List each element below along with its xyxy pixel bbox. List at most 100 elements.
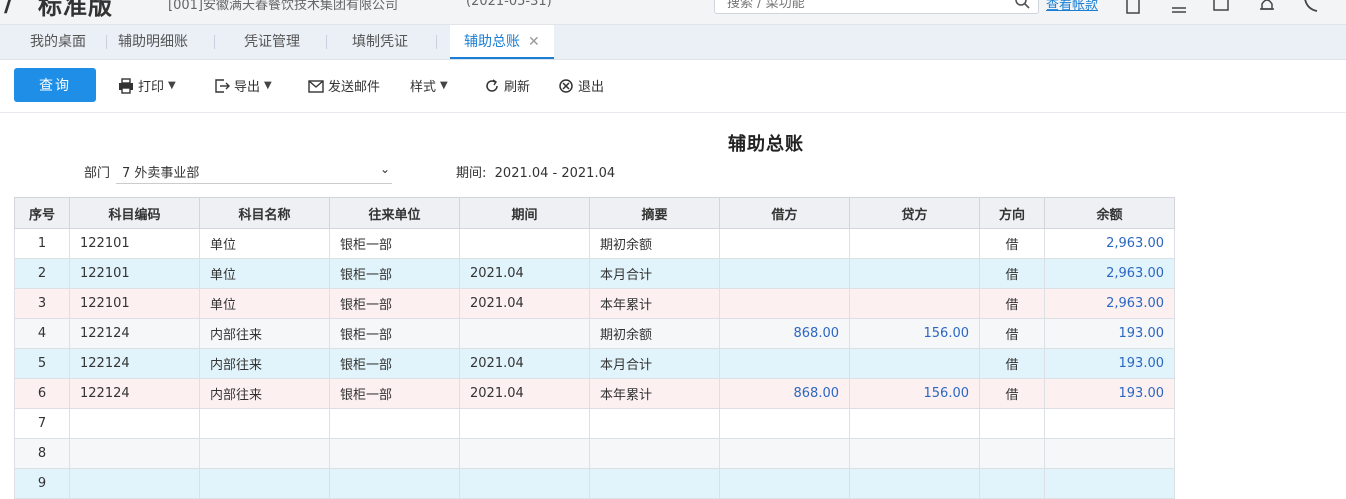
table-row[interactable]: 5 122124 内部往来 银柜一部 2021.04 本月合计 借 193.00 <box>14 348 1175 379</box>
table-row[interactable]: 1 122101 单位 银柜一部 期初余额 借 2,963.00 <box>14 228 1175 259</box>
message-icon[interactable] <box>1212 0 1230 14</box>
cell-balance: 2,963.00 <box>1044 288 1175 319</box>
column-header[interactable]: 期间 <box>459 197 590 229</box>
cell-debit <box>719 288 850 319</box>
view-account-link[interactable]: 查看帐款 <box>1046 0 1098 13</box>
query-button[interactable]: 查询 <box>14 68 96 102</box>
table-header: 序号 科目编码 科目名称 往来单位 期间 摘要 借方 贷方 方向 余额 <box>14 197 1175 229</box>
exit-button[interactable]: 退出 <box>558 76 604 95</box>
cell-idx: 3 <box>14 288 70 319</box>
cell-balance <box>1044 468 1175 499</box>
cell-idx: 2 <box>14 258 70 289</box>
cell-balance: 2,963.00 <box>1044 228 1175 259</box>
table-row[interactable]: 3 122101 单位 银柜一部 2021.04 本年累计 借 2,963.00 <box>14 288 1175 319</box>
cell-period <box>459 468 590 499</box>
cell-unit: 银柜一部 <box>329 348 460 379</box>
cell-idx: 9 <box>14 468 70 499</box>
dept-select[interactable]: 7 外卖事业部 ⌄ <box>116 154 392 184</box>
cell-summary: 本年累计 <box>589 378 720 409</box>
cell-name <box>199 408 330 439</box>
cell-dir: 借 <box>979 318 1045 349</box>
cell-period: 2021.04 <box>459 258 590 289</box>
cell-idx: 7 <box>14 408 70 439</box>
column-header[interactable]: 贷方 <box>849 197 980 229</box>
cell-summary <box>589 438 720 469</box>
cell-name: 内部往来 <box>199 318 330 349</box>
print-button[interactable]: 打印 ▼ <box>118 76 176 95</box>
cell-name <box>199 438 330 469</box>
brand-name: 标准版 <box>38 0 113 20</box>
table-row[interactable]: 9 <box>14 468 1175 499</box>
cell-name: 内部往来 <box>199 378 330 409</box>
cell-credit <box>849 408 980 439</box>
column-header[interactable]: 摘要 <box>589 197 720 229</box>
table-row[interactable]: 4 122124 内部往来 银柜一部 期初余额 868.00 156.00 借 193.00 <box>14 318 1175 349</box>
cell-idx: 4 <box>14 318 70 349</box>
cell-code: 122124 <box>69 318 200 349</box>
tab-voucher-manage[interactable]: 凭证管理 <box>230 25 314 59</box>
cell-debit <box>719 228 850 259</box>
logo-icon: / <box>4 0 14 18</box>
column-header[interactable]: 往来单位 <box>329 197 460 229</box>
cell-code <box>69 468 200 499</box>
table-row[interactable]: 7 <box>14 408 1175 439</box>
cell-code: 122124 <box>69 348 200 379</box>
export-button[interactable]: 导出 ▼ <box>214 76 272 95</box>
bell-icon[interactable] <box>1258 0 1276 14</box>
send-mail-button[interactable]: 发送邮件 <box>308 76 380 95</box>
table-row[interactable]: 6 122124 内部往来 银柜一部 2021.04 本年累计 868.00 156.00 借 1… <box>14 378 1175 409</box>
tab-aux-ledger[interactable]: 辅助总账 ✕ <box>450 25 554 59</box>
cell-unit <box>329 468 460 499</box>
function-search[interactable] <box>714 0 1039 14</box>
dept-value: 7 外卖事业部 <box>122 166 200 181</box>
column-header[interactable]: 方向 <box>979 197 1045 229</box>
column-header[interactable]: 余额 <box>1044 197 1175 229</box>
tab-aux-detail[interactable]: 辅助明细账 <box>104 25 202 59</box>
chevron-down-icon: ⌄ <box>379 162 390 176</box>
cell-summary: 本月合计 <box>589 348 720 379</box>
tab-divider <box>214 35 215 49</box>
chevron-down-icon: ▼ <box>168 80 176 91</box>
toolbar: 查询 打印 ▼ 导出 ▼ 发送邮件 样式 ▼ 刷新 退出 <box>0 60 1346 113</box>
search-icon[interactable] <box>1014 0 1030 9</box>
search-input[interactable] <box>725 0 999 12</box>
cell-credit <box>849 468 980 499</box>
column-header[interactable]: 序号 <box>14 197 70 229</box>
cell-idx: 6 <box>14 378 70 409</box>
table-row[interactable]: 8 <box>14 438 1175 469</box>
phone-icon[interactable] <box>1302 0 1320 14</box>
cell-name: 内部往来 <box>199 348 330 379</box>
list-icon[interactable] <box>1170 0 1188 14</box>
cell-credit <box>849 348 980 379</box>
column-header[interactable]: 科目编码 <box>69 197 200 229</box>
cell-debit <box>719 258 850 289</box>
cell-period <box>459 438 590 469</box>
cell-balance: 193.00 <box>1044 318 1175 349</box>
cell-unit: 银柜一部 <box>329 318 460 349</box>
calculator-icon[interactable] <box>1124 0 1142 14</box>
period-filter: 期间: 2021.04 - 2021.04 <box>456 162 615 181</box>
cell-debit <box>719 468 850 499</box>
refresh-button[interactable]: 刷新 <box>484 76 530 95</box>
table-body: 1 122101 单位 银柜一部 期初余额借 2,963.00 2 122101 单位 银柜一部 2… <box>14 228 1175 499</box>
tab-fill-voucher[interactable]: 填制凭证 <box>338 25 422 59</box>
table-row[interactable]: 2 122101 单位 银柜一部 2021.04 本月合计 借 2,963.00 <box>14 258 1175 289</box>
cell-summary: 本月合计 <box>589 258 720 289</box>
cell-unit: 银柜一部 <box>329 288 460 319</box>
style-button[interactable]: 样式 ▼ <box>410 76 448 95</box>
close-icon[interactable]: ✕ <box>528 34 540 50</box>
cell-credit: 156.00 <box>849 318 980 349</box>
cell-unit: 银柜一部 <box>329 228 460 259</box>
column-header[interactable]: 借方 <box>719 197 850 229</box>
period-value: 2021.04 - 2021.04 <box>494 166 616 181</box>
account-date: (2021-05-31) <box>466 0 552 9</box>
refresh-icon <box>486 78 498 92</box>
cell-summary: 期初余额 <box>589 318 720 349</box>
cell-unit <box>329 438 460 469</box>
column-header[interactable]: 科目名称 <box>199 197 330 229</box>
tab-my-desktop[interactable]: 我的桌面 <box>16 25 100 59</box>
cell-period: 2021.04 <box>459 348 590 379</box>
cell-name: 单位 <box>199 228 330 259</box>
printer-icon <box>119 77 133 94</box>
chevron-down-icon: ▼ <box>264 80 272 91</box>
